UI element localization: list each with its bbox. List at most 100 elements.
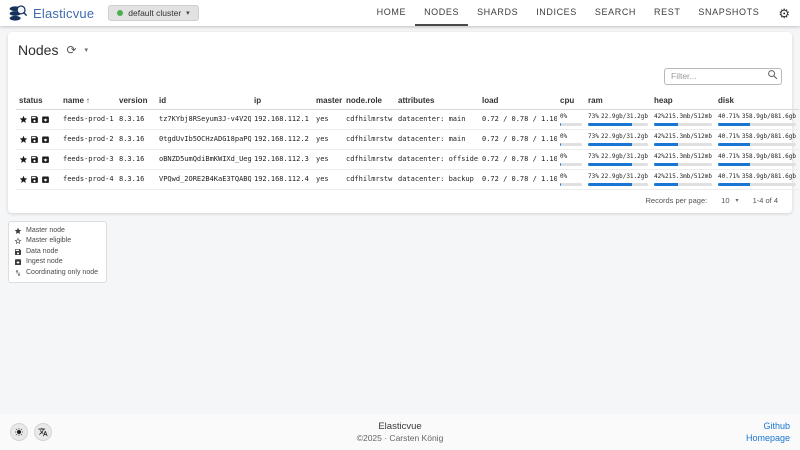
cpu-progressbar — [560, 183, 582, 186]
cluster-name: default cluster — [128, 8, 181, 18]
node-attributes: datacenter: main — [395, 129, 479, 149]
node-ram: 73%22.9gb/31.2gb — [585, 169, 651, 189]
node-name: feeds-prod-1 — [60, 109, 116, 129]
node-version: 8.3.16 — [116, 149, 156, 169]
disk-progressbar — [718, 123, 796, 126]
settings-gear-icon[interactable]: ⚙ — [778, 7, 790, 20]
language-button[interactable] — [34, 423, 52, 441]
tab-snapshots[interactable]: SNAPSHOTS — [689, 0, 768, 26]
table-row[interactable]: feeds-prod-1 8.3.16 tz7KYbj8RSeyum3J-v4V… — [16, 109, 799, 129]
disk-progressbar — [718, 143, 796, 146]
node-ram: 73%22.9gb/31.2gb — [585, 149, 651, 169]
tab-search[interactable]: SEARCH — [586, 0, 645, 26]
disk-progressbar — [718, 163, 796, 166]
cluster-selector-button[interactable]: default cluster ▾ — [108, 5, 198, 21]
node-ip: 192.168.112.4 — [251, 169, 313, 189]
search-icon — [767, 69, 778, 80]
ram-progressbar — [588, 143, 648, 146]
node-ram: 73%22.9gb/31.2gb — [585, 109, 651, 129]
tab-home[interactable]: HOME — [368, 0, 415, 26]
homepage-link[interactable]: Homepage — [746, 432, 790, 444]
legend-item-coordinating: Coordinating only node — [14, 268, 98, 279]
star-outline-icon — [14, 237, 22, 245]
table-row[interactable]: feeds-prod-3 8.3.16 oBNZD5umQdiBmKWIXd_U… — [16, 149, 799, 169]
node-ip: 192.168.112.3 — [251, 149, 313, 169]
node-master: yes — [313, 129, 343, 149]
node-master: yes — [313, 109, 343, 129]
cpu-progressbar — [560, 163, 582, 166]
node-id: tz7KYbj8RSeyum3J-v4V2Q — [156, 109, 251, 129]
node-attributes: datacenter: backup — [395, 169, 479, 189]
node-name: feeds-prod-3 — [60, 149, 116, 169]
node-version: 8.3.16 — [116, 169, 156, 189]
table-row[interactable]: feeds-prod-2 8.3.16 0tgdUvIb5OCHzADG18pa… — [16, 129, 799, 149]
node-ram: 73%22.9gb/31.2gb — [585, 129, 651, 149]
node-attributes: datacenter: offside — [395, 149, 479, 169]
node-master: yes — [313, 169, 343, 189]
col-attributes[interactable]: attributes — [395, 93, 479, 110]
node-name: feeds-prod-2 — [60, 129, 116, 149]
translate-icon — [38, 427, 48, 437]
node-heap: 42%215.3mb/512mb — [651, 109, 715, 129]
col-ram[interactable]: ram — [585, 93, 651, 110]
tab-nodes[interactable]: NODES — [415, 0, 468, 26]
refresh-icon[interactable]: ⟳ — [66, 44, 76, 56]
node-heap: 42%215.3mb/512mb — [651, 149, 715, 169]
app-logo[interactable]: Elasticvue — [8, 4, 94, 23]
node-role: cdfhilmrstw — [343, 109, 395, 129]
archive-in-icon — [14, 258, 22, 266]
refresh-dropdown-caret-icon[interactable]: ▾ — [85, 46, 89, 54]
node-version: 8.3.16 — [116, 129, 156, 149]
node-id: VPQwd_2ORE2B4KaE3TQABQ — [156, 169, 251, 189]
elasticvue-logo-icon — [8, 4, 27, 23]
tab-indices[interactable]: INDICES — [527, 0, 586, 26]
col-master[interactable]: master — [313, 93, 343, 110]
heap-progressbar — [654, 163, 712, 166]
tab-shards[interactable]: SHARDS — [468, 0, 527, 26]
chevron-down-icon: ▾ — [186, 9, 190, 17]
github-link[interactable]: Github — [746, 420, 790, 432]
node-cpu: 0% — [557, 129, 585, 149]
col-node-role[interactable]: node.role — [343, 93, 395, 110]
col-name[interactable]: name↑ — [60, 93, 116, 110]
records-per-page-select[interactable]: 10 ▾ — [721, 196, 738, 205]
sun-icon — [14, 427, 24, 437]
col-status[interactable]: status — [16, 93, 60, 110]
node-heap: 42%215.3mb/512mb — [651, 129, 715, 149]
arrows-up-down-icon — [14, 269, 22, 277]
heap-progressbar — [654, 183, 712, 186]
col-version[interactable]: version — [116, 93, 156, 110]
node-role: cdfhilmrstw — [343, 169, 395, 189]
col-cpu[interactable]: cpu — [557, 93, 585, 110]
page-title: Nodes — [18, 42, 58, 58]
sort-asc-icon: ↑ — [86, 96, 90, 105]
legend-item-data-node: Data node — [14, 247, 98, 258]
star-filled-icon — [14, 227, 22, 235]
theme-toggle-button[interactable] — [10, 423, 28, 441]
node-ip: 192.168.112.2 — [251, 129, 313, 149]
tab-rest[interactable]: REST — [645, 0, 689, 26]
ingest-node-archive-icon — [41, 115, 50, 124]
nodes-table: status name↑ version id ip master node.r… — [16, 93, 799, 190]
filter-input[interactable] — [664, 68, 782, 85]
col-ip[interactable]: ip — [251, 93, 313, 110]
col-disk[interactable]: disk — [715, 93, 799, 110]
node-heap: 42%215.3mb/512mb — [651, 169, 715, 189]
ram-progressbar — [588, 183, 648, 186]
node-name: feeds-prod-4 — [60, 169, 116, 189]
footer-copyright: ©2025 · Carsten König — [0, 433, 800, 443]
disk-progressbar — [718, 183, 796, 186]
page-footer: Elasticvue ©2025 · Carsten König Github … — [0, 414, 800, 450]
pagination-range: 1-4 of 4 — [753, 196, 778, 205]
col-id[interactable]: id — [156, 93, 251, 110]
master-node-star-icon — [19, 115, 28, 124]
table-row[interactable]: feeds-prod-4 8.3.16 VPQwd_2ORE2B4KaE3TQA… — [16, 169, 799, 189]
col-load[interactable]: load — [479, 93, 557, 110]
ingest-node-archive-icon — [41, 135, 50, 144]
node-master: yes — [313, 149, 343, 169]
main-nav: HOME NODES SHARDS INDICES SEARCH REST SN… — [368, 0, 790, 26]
col-heap[interactable]: heap — [651, 93, 715, 110]
legend-item-master-eligible: Master eligible — [14, 236, 98, 247]
node-id: oBNZD5umQdiBmKWIXd_Ueg — [156, 149, 251, 169]
ram-progressbar — [588, 163, 648, 166]
